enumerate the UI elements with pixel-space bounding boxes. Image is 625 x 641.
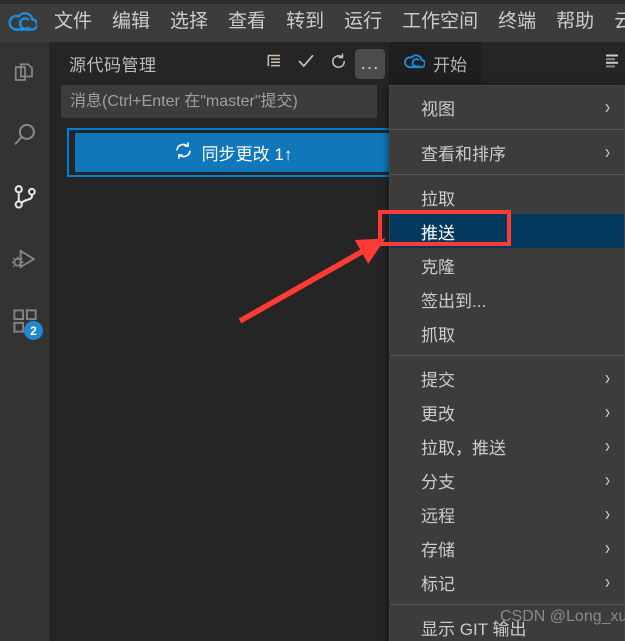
chevron-right-icon: › [605,140,610,164]
menubar-selection[interactable]: 选择 [160,12,218,31]
menubar-go[interactable]: 转到 [276,12,334,31]
context-menu-item-label: 视图 [421,99,455,119]
chevron-right-icon: › [605,570,610,594]
context-menu-item-show-git-output[interactable]: 显示 GIT 输出 [390,610,624,641]
context-menu-item-label: 推送 [421,223,455,243]
menubar: 文件 编辑 选择 查看 转到 运行 工作空间 终端 帮助 云 IDE 扩 [44,0,625,42]
chevron-right-icon: › [605,434,610,458]
editor-tab-bar: 开始 [389,42,625,85]
context-menu-item-changes[interactable]: 更改 › [390,395,624,429]
sidebar-header: 源代码管理 ... [49,42,389,85]
menubar-workspace[interactable]: 工作空间 [392,12,488,31]
window-top-strip [0,0,625,4]
menubar-terminal[interactable]: 终端 [488,12,546,31]
title-bar: 文件 编辑 选择 查看 转到 运行 工作空间 终端 帮助 云 IDE 扩 [0,0,625,42]
activity-bar: 2 [0,42,49,641]
menubar-edit[interactable]: 编辑 [102,12,160,31]
source-control-sidebar: 源代码管理 ... 消息(Ctrl+Enter 在"master"提交) 同步更… [49,42,399,641]
context-menu-item-label: 更改 [421,404,455,424]
chevron-right-icon: › [605,536,610,560]
context-menu-item-pull[interactable]: 拉取 [390,180,624,214]
commit-button[interactable] [291,49,321,79]
chevron-right-icon: › [605,468,610,492]
files-explorer-icon [11,59,39,87]
editor-tabbar-actions [603,42,625,84]
vscode-window: 文件 编辑 选择 查看 转到 运行 工作空间 终端 帮助 云 IDE 扩 [0,0,625,641]
context-menu-separator [390,129,624,130]
activity-item-explorer[interactable] [0,42,49,104]
chevron-right-icon: › [605,95,610,119]
activity-item-run-debug[interactable] [0,228,49,290]
run-and-debug-icon [10,244,40,274]
extensions-badge: 2 [24,321,43,340]
context-menu-separator [390,604,624,605]
context-menu-item-checkout-to[interactable]: 签出到... [390,282,624,316]
context-menu-item-clone[interactable]: 克隆 [390,248,624,282]
sync-icon [174,141,193,165]
refresh-icon [329,52,348,76]
context-menu-item-label: 拉取 [421,189,455,209]
panel-title: 源代码管理 [69,56,157,75]
menubar-run[interactable]: 运行 [334,12,392,31]
context-menu-item-branch[interactable]: 分支 › [390,463,624,497]
view-as-list-button[interactable] [259,49,289,79]
refresh-button[interactable] [323,49,353,79]
view-as-list-icon [265,52,283,75]
commit-check-icon [296,51,316,76]
sidebar-actions: ... [259,48,389,79]
chevron-right-icon: › [605,400,610,424]
menubar-cloud-ide[interactable]: 云 IDE 扩 [604,12,625,31]
context-menu-item-label: 克隆 [421,257,455,277]
context-menu-item-label: 提交 [421,370,455,390]
context-menu-item-label: 存储 [421,540,455,560]
sync-changes-focus-ring: 同步更改 1↑ [67,128,399,177]
chevron-right-icon: › [605,366,610,390]
context-menu-item-view[interactable]: 视图 › [390,90,624,124]
context-menu-separator [390,174,624,175]
context-menu-item-stash[interactable]: 存储 › [390,531,624,565]
context-menu-item-label: 分支 [421,472,455,492]
tab-get-started[interactable]: 开始 [389,42,482,84]
more-actions-icon: ... [360,52,380,74]
context-menu-item-label: 拉取，推送 [421,438,506,458]
context-menu-item-tags[interactable]: 标记 › [390,565,624,599]
sync-changes-label: 同步更改 1↑ [201,145,293,164]
context-menu-item-label: 显示 GIT 输出 [421,619,527,639]
menubar-help[interactable]: 帮助 [546,12,604,31]
context-menu-item-label: 标记 [421,574,455,594]
context-menu-item-push[interactable]: 推送 [390,214,624,248]
context-menu-item-view-and-sort[interactable]: 查看和排序 › [390,135,624,169]
source-control-icon [10,182,40,212]
cloud-logo-icon [403,53,426,74]
context-menu-item-label: 查看和排序 [421,144,506,164]
more-actions-button[interactable]: ... [355,48,385,79]
menubar-view[interactable]: 查看 [218,12,276,31]
tab-label: 开始 [433,55,467,75]
context-menu-separator [390,355,624,356]
editor-layout-icon[interactable] [603,52,623,75]
context-menu-item-fetch[interactable]: 抓取 [390,316,624,350]
context-menu-item-pull-push[interactable]: 拉取，推送 › [390,429,624,463]
scm-more-actions-context-menu: 视图 › 查看和排序 › 拉取 推送 克隆 签出到... 抓取 提交 › 更改 … [389,85,625,641]
cloud-logo-icon [0,0,44,42]
menubar-file[interactable]: 文件 [44,12,102,31]
context-menu-item-commit[interactable]: 提交 › [390,361,624,395]
activity-item-search[interactable] [0,104,49,166]
chevron-right-icon: › [605,502,610,526]
activity-item-source-control[interactable] [0,166,49,228]
scm-body: 同步更改 1↑ [49,85,399,177]
context-menu-item-remote[interactable]: 远程 › [390,497,624,531]
search-icon [10,120,40,150]
sync-changes-button[interactable]: 同步更改 1↑ [75,133,391,172]
context-menu-item-label: 签出到... [421,291,487,311]
context-menu-item-label: 抓取 [421,325,455,345]
context-menu-item-label: 远程 [421,506,455,526]
activity-item-extensions[interactable]: 2 [0,290,49,352]
commit-message-input[interactable] [61,85,377,118]
